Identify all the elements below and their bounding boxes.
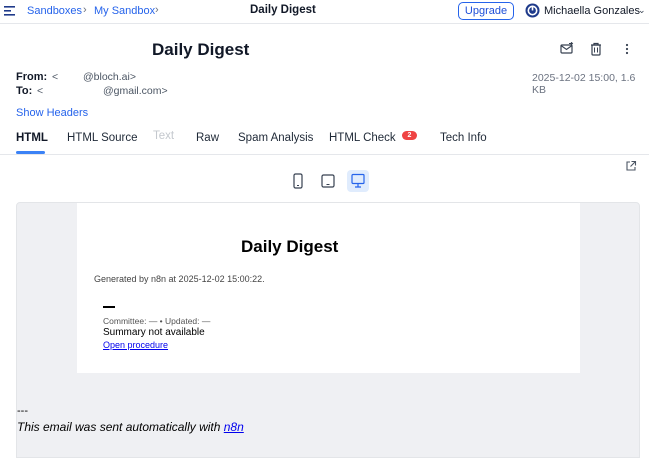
footer-prefix: This email was sent automatically with [17,420,224,434]
breadcrumb-my-sandbox[interactable]: My Sandbox [94,5,155,17]
n8n-link[interactable]: n8n [224,420,244,434]
top-bar: Sandboxes › My Sandbox › Daily Digest Up… [0,0,649,24]
email-subject: Daily Digest [152,40,250,59]
desktop-view-button[interactable] [347,170,369,192]
mobile-icon [293,173,303,189]
tab-raw[interactable]: Raw [196,132,219,144]
html-check-badge: 2 [402,131,417,140]
tab-html-source[interactable]: HTML Source [67,132,138,144]
active-tab-indicator [16,151,45,154]
desktop-icon [351,173,365,188]
tablet-view-button[interactable] [317,170,339,192]
to-address-domain: @gmail.com> [103,85,168,97]
footer-note: This email was sent automatically with n… [17,420,244,434]
generated-note: Generated by n8n at 2025-12-02 15:00:22. [94,274,265,284]
breadcrumb-sandboxes[interactable]: Sandboxes [27,5,82,17]
user-name[interactable]: Michaella Gonzales [544,5,640,17]
chevron-right-icon: › [83,4,87,16]
tab-tech-info[interactable]: Tech Info [440,132,487,144]
from-label: From: [16,71,48,83]
page-title: Daily Digest [250,4,316,16]
item-title-dash [103,306,115,308]
mobile-view-button[interactable] [287,170,309,192]
more-options-icon[interactable] [620,42,634,56]
footer-separator: --- [17,405,28,417]
to-label: To: [16,85,33,97]
tab-html[interactable]: HTML [16,132,48,144]
chevron-right-icon: › [155,4,159,16]
open-procedure-link[interactable]: Open procedure [103,340,168,350]
committee-line: Committee: — • Updated: — [103,316,211,326]
show-headers-link[interactable]: Show Headers [16,107,88,119]
upgrade-button[interactable]: Upgrade [458,2,514,20]
forward-email-icon[interactable] [560,42,574,56]
user-avatar-icon[interactable] [525,3,540,18]
from-address-domain: @bloch.ai> [83,71,136,83]
tab-spam-analysis[interactable]: Spam Analysis [238,132,313,144]
external-link-icon[interactable] [625,160,637,172]
tab-text: Text [153,130,175,142]
from-address-open: < [52,71,59,83]
email-body-title: Daily Digest [241,237,339,256]
summary-text: Summary not available [103,327,205,338]
tablet-icon [321,174,335,188]
menu-icon[interactable] [4,5,16,17]
tab-html-check[interactable]: HTML Check [329,132,396,144]
trash-icon[interactable] [589,42,603,56]
tab-bar: HTML HTML Source Text Raw Spam Analysis … [0,128,649,155]
chevron-down-icon[interactable]: ⌄ [638,5,646,16]
to-address-open: < [37,85,44,97]
email-meta: 2025-12-02 15:00, 1.6 KB [532,72,636,96]
